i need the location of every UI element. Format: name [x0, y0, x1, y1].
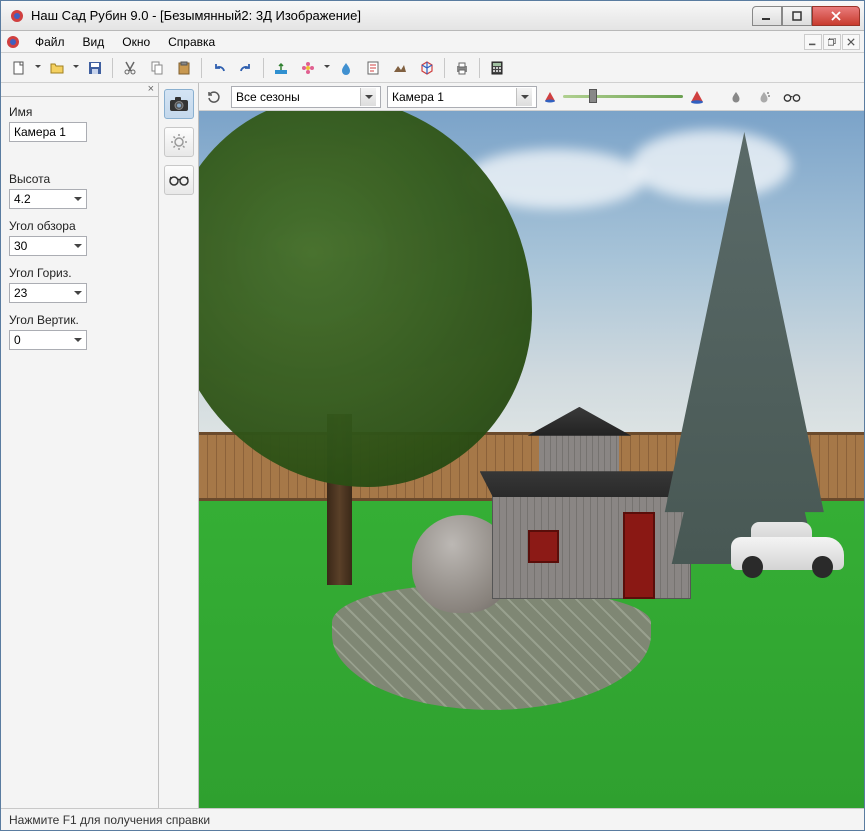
open-dropdown[interactable] — [72, 65, 80, 71]
save-button[interactable] — [83, 56, 107, 80]
menu-help[interactable]: Справка — [160, 33, 223, 51]
minimize-button[interactable] — [752, 6, 782, 26]
open-button[interactable] — [45, 56, 69, 80]
app-icon-small — [5, 34, 21, 50]
sun-tool-button[interactable] — [164, 127, 194, 157]
paste-button[interactable] — [172, 56, 196, 80]
glasses-icon — [169, 174, 189, 186]
redo-button[interactable] — [234, 56, 258, 80]
3d-button[interactable] — [415, 56, 439, 80]
properties-panel: × Имя Камера 1 Высота 4.2 Угол обзора 30… — [1, 83, 159, 808]
name-label: Имя — [9, 105, 150, 119]
deciduous-tree — [199, 111, 532, 585]
3d-viewport[interactable] — [199, 111, 864, 808]
maximize-button[interactable] — [782, 6, 812, 26]
glasses-tool-button[interactable] — [164, 165, 194, 195]
height-label: Высота — [9, 172, 150, 186]
height-input[interactable]: 4.2 — [9, 189, 87, 209]
titlebar: Наш Сад Рубин 9.0 - [Безымянный2: 3Д Изо… — [1, 1, 864, 31]
toolbar-separator — [112, 58, 113, 78]
toolbar-separator — [263, 58, 264, 78]
lighting-button[interactable] — [725, 86, 747, 108]
watering-button[interactable] — [334, 56, 358, 80]
fov-label: Угол обзора — [9, 219, 150, 233]
mdi-close-button[interactable] — [842, 34, 860, 50]
statusbar: Нажмите F1 для получения справки — [1, 808, 864, 830]
mdi-restore-button[interactable] — [823, 34, 841, 50]
app-icon — [9, 8, 25, 24]
camera-icon — [169, 96, 189, 112]
main-toolbar — [1, 53, 864, 83]
mdi-minimize-button[interactable] — [804, 34, 822, 50]
terrain-button[interactable] — [388, 56, 412, 80]
print-button[interactable] — [450, 56, 474, 80]
drop-icon — [729, 90, 743, 104]
menu-file[interactable]: Файл — [27, 33, 73, 51]
menubar: Файл Вид Окно Справка — [1, 31, 864, 53]
cut-button[interactable] — [118, 56, 142, 80]
horiz-angle-input[interactable]: 23 — [9, 283, 87, 303]
refresh-view-button[interactable] — [203, 86, 225, 108]
panel-close-button[interactable]: × — [1, 83, 158, 97]
vert-angle-label: Угол Вертик. — [9, 313, 150, 327]
camera-combo[interactable]: Камера 1 — [387, 86, 537, 108]
car — [731, 522, 844, 578]
name-input[interactable]: Камера 1 — [9, 122, 87, 142]
cone-small-icon — [543, 90, 557, 104]
toolbar-separator — [201, 58, 202, 78]
season-combo[interactable]: Все сезоны — [231, 86, 381, 108]
calculator-button[interactable] — [485, 56, 509, 80]
new-button[interactable] — [7, 56, 31, 80]
toolbar-separator — [444, 58, 445, 78]
note-button[interactable] — [361, 56, 385, 80]
app-window: Наш Сад Рубин 9.0 - [Безымянный2: 3Д Изо… — [0, 0, 865, 831]
copy-button[interactable] — [145, 56, 169, 80]
menu-window[interactable]: Окно — [114, 33, 158, 51]
glasses-icon — [783, 92, 801, 102]
window-title: Наш Сад Рубин 9.0 - [Безымянный2: 3Д Изо… — [31, 8, 752, 23]
close-button[interactable] — [812, 6, 860, 26]
menu-view[interactable]: Вид — [75, 33, 113, 51]
cone-large-icon — [689, 89, 705, 105]
flower-button[interactable] — [296, 56, 320, 80]
plants-button[interactable] — [269, 56, 293, 80]
status-text: Нажмите F1 для получения справки — [9, 813, 210, 827]
camera-tool-button[interactable] — [164, 89, 194, 119]
fov-input[interactable]: 30 — [9, 236, 87, 256]
horiz-angle-label: Угол Гориз. — [9, 266, 150, 280]
vert-angle-input[interactable]: 0 — [9, 330, 87, 350]
spray-icon — [757, 90, 771, 104]
workarea: × Имя Камера 1 Высота 4.2 Угол обзора 30… — [1, 83, 864, 808]
quality-slider[interactable] — [563, 87, 683, 107]
viewport-toolbar: Все сезоны Камера 1 — [199, 83, 864, 111]
flower-dropdown[interactable] — [323, 65, 331, 71]
viewport-area: Все сезоны Камера 1 — [199, 83, 864, 808]
undo-button[interactable] — [207, 56, 231, 80]
view-glasses-button[interactable] — [781, 86, 803, 108]
sun-icon — [170, 133, 188, 151]
tool-strip — [159, 83, 199, 808]
spray-button[interactable] — [753, 86, 775, 108]
new-dropdown[interactable] — [34, 65, 42, 71]
toolbar-separator — [479, 58, 480, 78]
